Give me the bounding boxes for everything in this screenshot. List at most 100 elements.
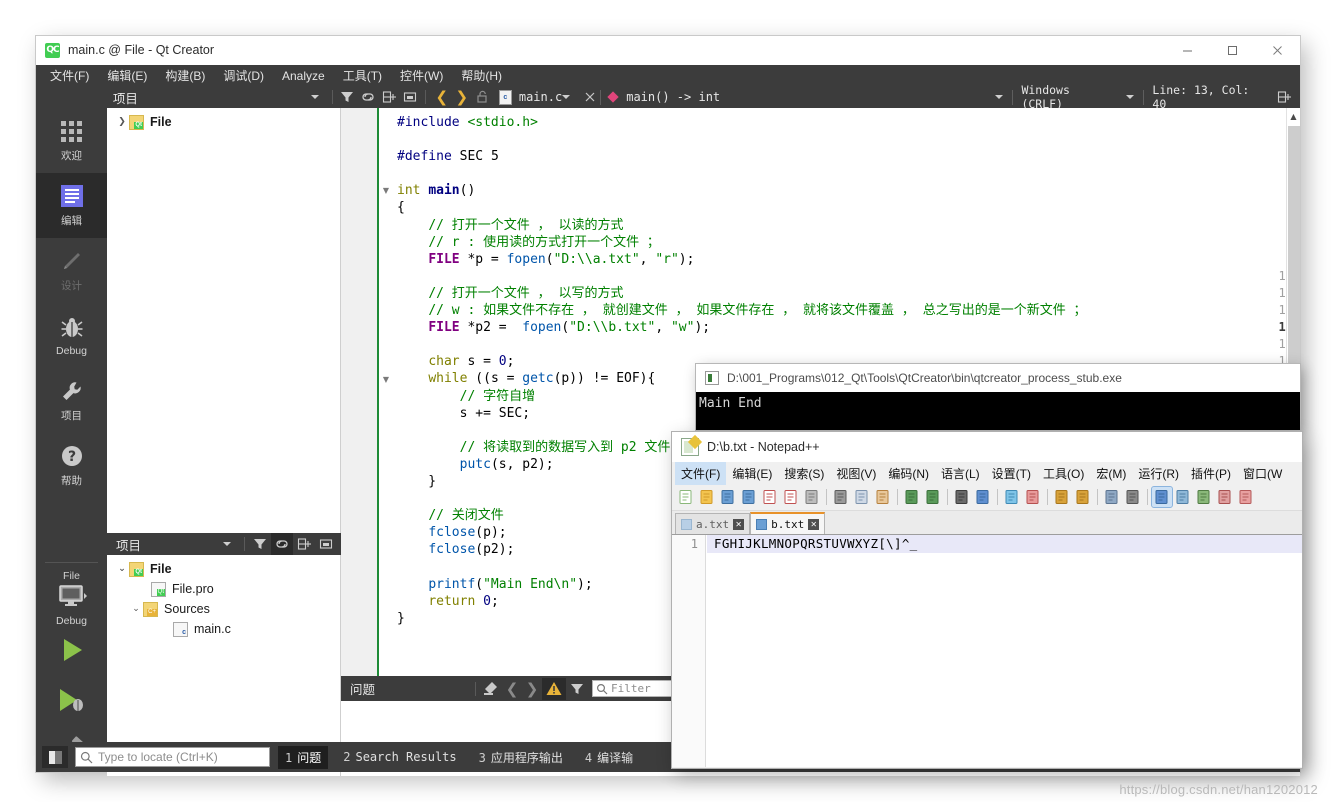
folder-as-workspace-icon[interactable] xyxy=(1236,487,1256,507)
output-tab-issues[interactable]: 1 问题 xyxy=(278,745,329,769)
link-icon[interactable] xyxy=(358,86,379,108)
menu-tools[interactable]: 工具(T) xyxy=(334,65,391,86)
npp-menu-run[interactable]: 运行(R) xyxy=(1132,462,1185,485)
link-icon[interactable] xyxy=(271,533,293,555)
split-add-icon[interactable] xyxy=(293,533,315,555)
output-tab-application-output[interactable]: 3 应用程序输出 xyxy=(472,746,570,769)
maximize-icon[interactable] xyxy=(1210,36,1255,65)
indent-guide-icon[interactable] xyxy=(1151,486,1173,508)
find-icon[interactable] xyxy=(952,487,972,507)
run-button[interactable] xyxy=(36,627,107,677)
menu-build[interactable]: 构建(B) xyxy=(156,65,214,86)
tree-item-file[interactable]: ⌄ File xyxy=(107,559,340,579)
kit-selector[interactable]: File Debug xyxy=(36,566,107,627)
npp-tab-b-txt[interactable]: b.txt ✕ xyxy=(750,512,826,534)
split-editor-icon[interactable] xyxy=(1273,86,1294,108)
npp-editor-text[interactable]: FGHIJKLMNOPQRSTUVWXYZ[\]^_ xyxy=(714,535,917,553)
menu-debug[interactable]: 调试(D) xyxy=(214,65,273,86)
save-icon[interactable] xyxy=(718,487,738,507)
npp-tab-a-txt[interactable]: a.txt ✕ xyxy=(675,513,751,534)
scroll-up-icon[interactable]: ▲ xyxy=(1287,108,1300,124)
close-all-icon[interactable] xyxy=(781,487,801,507)
npp-menu-file[interactable]: 文件(F) xyxy=(675,461,727,485)
close-icon[interactable] xyxy=(1255,36,1300,65)
sidebar-item-welcome[interactable]: 欢迎 xyxy=(36,108,107,173)
paste-icon[interactable] xyxy=(873,487,893,507)
zoom-out-icon[interactable] xyxy=(1023,487,1043,507)
save-all-icon[interactable] xyxy=(739,487,759,507)
tree-item-sources[interactable]: ⌄ Sources xyxy=(107,599,340,619)
show-all-chars-icon[interactable] xyxy=(1173,487,1193,507)
menu-window[interactable]: 控件(W) xyxy=(391,65,452,86)
notepadpp-editor[interactable]: 1 FGHIJKLMNOPQRSTUVWXYZ[\]^_ xyxy=(672,535,1302,767)
unlock-icon[interactable] xyxy=(472,86,493,108)
line-column-indicator[interactable]: Line: 13, Col: 40 xyxy=(1144,83,1273,111)
sidebar-item-design[interactable]: 设计 xyxy=(36,238,107,303)
macro-record-icon[interactable] xyxy=(1194,487,1214,507)
npp-menu-macro[interactable]: 宏(M) xyxy=(1090,462,1132,485)
tree-item-main-c[interactable]: main.c xyxy=(107,619,340,639)
tree-item-file-pro[interactable]: File.pro xyxy=(107,579,340,599)
npp-menu-edit[interactable]: 编辑(E) xyxy=(726,462,778,485)
collapse-icon[interactable] xyxy=(315,533,337,555)
output-tab-search-results[interactable]: 2 Search Results xyxy=(336,747,463,767)
tree-item-file[interactable]: ❯ File xyxy=(107,112,340,132)
open-file-icon[interactable] xyxy=(697,487,717,507)
undo-icon[interactable] xyxy=(902,487,922,507)
replace-icon[interactable] xyxy=(973,487,993,507)
fold-toggle-icon[interactable]: ▼ xyxy=(381,182,391,199)
line-ending-combo[interactable]: Windows (CRLF) xyxy=(1013,83,1143,111)
sidebar-item-debug[interactable]: Debug xyxy=(36,303,107,368)
filter-icon[interactable] xyxy=(566,678,588,700)
twisty-expanded-icon[interactable]: ⌄ xyxy=(115,564,129,574)
issues-next-icon[interactable]: ❯ xyxy=(522,680,542,698)
split-add-icon[interactable] xyxy=(379,86,400,108)
word-wrap-icon[interactable] xyxy=(1102,487,1122,507)
close-icon[interactable]: ✕ xyxy=(808,518,820,530)
issues-prev-icon[interactable]: ❮ xyxy=(502,680,522,698)
open-document-combo[interactable]: c main.c xyxy=(492,86,580,108)
filter-icon[interactable] xyxy=(337,86,358,108)
symbol-combo[interactable]: main() -> int xyxy=(601,90,1012,104)
nav-back-icon[interactable]: ❮ xyxy=(432,88,452,106)
npp-menu-search[interactable]: 搜索(S) xyxy=(778,462,830,485)
project-view-combo[interactable]: 项目 xyxy=(103,86,328,108)
print-icon[interactable] xyxy=(802,487,822,507)
close-document-icon[interactable] xyxy=(579,86,600,108)
chevron-down-icon[interactable] xyxy=(223,542,231,546)
fold-toggle-icon[interactable]: ▼ xyxy=(381,371,391,388)
copy-icon[interactable] xyxy=(852,487,872,507)
sidebar-item-edit[interactable]: 编辑 xyxy=(36,173,107,238)
npp-menu-encoding[interactable]: 编码(N) xyxy=(882,462,935,485)
npp-menu-settings[interactable]: 设置(T) xyxy=(986,462,1037,485)
toggle-sidebar-icon[interactable] xyxy=(42,746,68,768)
zoom-in-icon[interactable] xyxy=(1002,487,1022,507)
npp-menu-view[interactable]: 视图(V) xyxy=(830,462,882,485)
locator-input[interactable]: Type to locate (Ctrl+K) xyxy=(75,747,270,767)
sidebar-item-projects[interactable]: 项目 xyxy=(36,368,107,433)
nav-forward-icon[interactable]: ❯ xyxy=(452,88,472,106)
macro-play-icon[interactable] xyxy=(1215,487,1235,507)
close-icon[interactable]: ✕ xyxy=(733,518,745,530)
debug-button[interactable] xyxy=(36,677,107,727)
output-tab-compile-output[interactable]: 4 编译输 xyxy=(578,746,640,769)
twisty-expanded-icon[interactable]: ⌄ xyxy=(129,604,143,614)
menu-analyze[interactable]: Analyze xyxy=(273,67,334,85)
clear-pane-icon[interactable] xyxy=(480,678,502,700)
menu-edit[interactable]: 编辑(E) xyxy=(98,65,156,86)
twisty-collapsed-icon[interactable]: ❯ xyxy=(115,117,129,127)
npp-menu-window[interactable]: 窗口(W xyxy=(1237,462,1288,485)
minimize-icon[interactable] xyxy=(1165,36,1210,65)
menu-file[interactable]: 文件(F) xyxy=(41,65,98,86)
redo-icon[interactable] xyxy=(923,487,943,507)
collapse-icon[interactable] xyxy=(400,86,421,108)
close-file-icon[interactable] xyxy=(760,487,780,507)
sidebar-item-help[interactable]: ? 帮助 xyxy=(36,433,107,498)
sync-horizontal-icon[interactable] xyxy=(1073,487,1093,507)
npp-menu-plugins[interactable]: 插件(P) xyxy=(1185,462,1237,485)
show-symbol-icon[interactable] xyxy=(1123,487,1143,507)
warning-triangle-icon[interactable] xyxy=(542,677,566,700)
sync-vertical-icon[interactable] xyxy=(1052,487,1072,507)
cut-icon[interactable] xyxy=(831,487,851,507)
filter-icon[interactable] xyxy=(249,533,271,555)
